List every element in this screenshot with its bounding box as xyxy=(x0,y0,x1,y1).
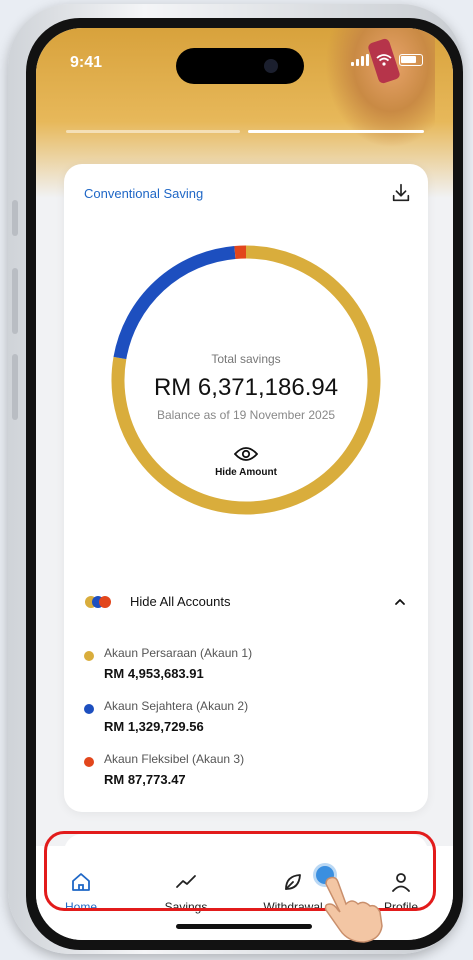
story-progress-2 xyxy=(248,130,424,133)
phone-frame: 9:41 Conventional Saving Total savings R… xyxy=(8,4,463,954)
total-savings-value: RM 6,371,186.94 xyxy=(153,374,339,401)
total-savings-label: Total savings xyxy=(211,352,281,366)
volume-down-button xyxy=(12,354,18,420)
account-1-name: Akaun Persaraan (Akaun 1) xyxy=(104,646,253,660)
account-3-name: Akaun Fleksibel (Akaun 3) xyxy=(104,752,245,766)
dynamic-island xyxy=(176,48,304,84)
app-screen: 9:41 Conventional Saving Total savings R… xyxy=(36,28,453,940)
account-1-amount: RM 4,953,683.91 xyxy=(104,666,204,681)
battery-icon xyxy=(399,54,423,66)
savings-card: Conventional Saving Total savings RM 6,3… xyxy=(64,164,428,812)
signal-icon xyxy=(351,54,369,66)
account-3-amount: RM 87,773.47 xyxy=(104,772,186,787)
volume-up-button xyxy=(12,268,18,334)
download-icon[interactable] xyxy=(390,182,412,204)
account-3-color-dot xyxy=(84,757,94,767)
card-title: Conventional Saving xyxy=(84,186,204,201)
chevron-up-icon[interactable] xyxy=(392,594,408,610)
status-icons xyxy=(351,54,423,66)
story-progress-1 xyxy=(66,130,240,133)
hide-amount-button[interactable]: Hide Amount xyxy=(64,467,428,478)
accounts-toggle-label: Hide All Accounts xyxy=(130,594,231,609)
wifi-icon xyxy=(376,54,392,66)
account-2-amount: RM 1,329,729.56 xyxy=(104,719,204,734)
donut-segment-account-2 xyxy=(113,246,236,360)
eye-icon[interactable] xyxy=(234,446,258,462)
phone-bezel: 9:41 Conventional Saving Total savings R… xyxy=(26,18,463,950)
account-2-color-dot xyxy=(84,704,94,714)
home-indicator xyxy=(176,924,312,929)
accounts-dots-icon xyxy=(85,596,111,608)
account-1-color-dot xyxy=(84,651,94,661)
accounts-toggle[interactable]: Hide All Accounts xyxy=(84,592,408,612)
status-time: 9:41 xyxy=(70,54,103,71)
mute-switch xyxy=(12,200,18,236)
balance-date: Balance as of 19 November 2025 xyxy=(156,408,336,422)
account-2-name: Akaun Sejahtera (Akaun 2) xyxy=(104,699,249,713)
pointing-hand-icon xyxy=(324,876,383,943)
